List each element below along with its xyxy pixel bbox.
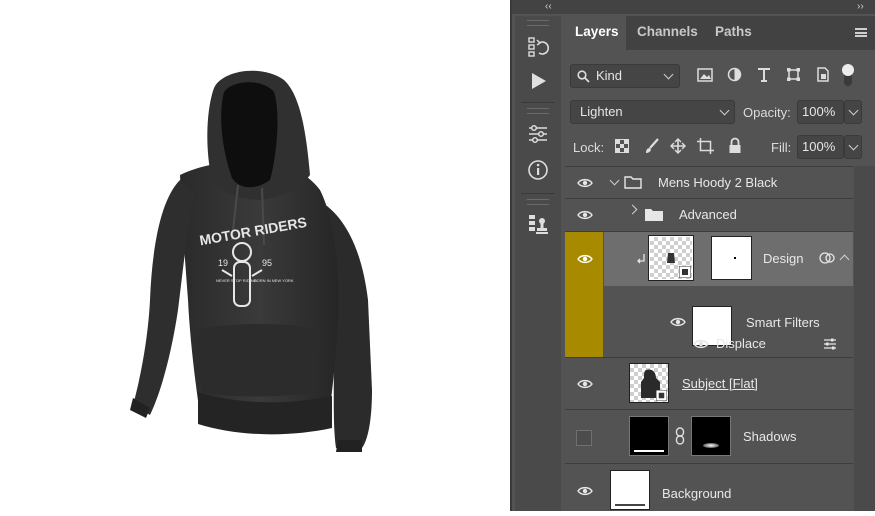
layers-scrollbar[interactable] [854,166,875,511]
filter-toggle[interactable] [842,64,854,86]
layer-row-subject[interactable]: Subject [Flat] [565,358,853,409]
lock-image-pixels-icon[interactable] [644,138,660,154]
eye-icon[interactable] [577,210,593,220]
smart-object-badge-icon [656,390,667,401]
layer-name: Shadows [743,429,797,444]
clone-source-icon[interactable] [523,209,553,239]
svg-text:19: 19 [218,258,228,268]
layer-name: Design [763,251,804,266]
link-icon[interactable] [675,427,685,445]
eye-icon[interactable] [693,339,709,349]
lock-transparent-pixels-icon[interactable] [615,139,629,153]
dock-top-strip: ‹‹ ›› [512,0,875,14]
chevron-down-icon[interactable] [609,175,620,186]
fill-label: Fill: [771,140,792,155]
search-icon [577,70,590,83]
chevron-right-icon[interactable] [627,204,638,215]
chevron-down-icon [848,140,859,151]
history-icon[interactable] [523,32,553,62]
eye-icon[interactable] [577,178,593,188]
svg-text:95: 95 [262,258,272,268]
opacity-value: 100% [802,104,836,119]
eye-icon[interactable] [670,317,686,327]
layers-panel: Layers Channels Paths Kind Lighten Opaci… [565,16,875,511]
grip-handle[interactable] [527,199,549,205]
layer-row-shadows[interactable]: Shadows [565,410,853,463]
panel-menu-icon[interactable] [855,28,867,37]
eye-icon[interactable] [577,486,593,496]
grip-handle[interactable] [527,20,549,26]
opacity-label: Opacity: [743,105,791,120]
document-canvas[interactable]: MOTOR RIDERS 19 95 NEVER STOP RIDING BOR… [0,0,510,511]
layer-row-background[interactable]: Background [565,464,853,511]
hoodie-mockup-image: MOTOR RIDERS 19 95 NEVER STOP RIDING BOR… [130,70,372,452]
panel-tabs: Layers Channels Paths [565,16,875,50]
background-thumbnail [610,470,650,510]
type-filter-icon[interactable] [757,67,771,82]
blend-mode-dropdown[interactable]: Lighten [570,100,735,124]
smart-object-badge-icon [679,266,691,278]
collapse-right-icon[interactable]: ›› [857,0,864,14]
fill-input[interactable]: 100% [797,135,844,159]
layer-name: Subject [Flat] [682,376,758,391]
lock-position-icon[interactable] [670,138,686,154]
layer-name: Advanced [679,207,737,222]
filter-kind-label: Kind [596,68,623,83]
info-icon[interactable] [523,155,553,185]
tab-channels[interactable]: Channels [627,16,705,50]
visibility-toggle-off[interactable] [576,430,592,446]
layer-name: Background [662,486,732,501]
folder-icon [624,176,642,189]
grip-handle[interactable] [527,108,549,114]
filter-name: Displace [716,336,766,351]
svg-text:BORN IN NEW YORK: BORN IN NEW YORK [254,278,294,283]
shape-filter-icon[interactable] [786,67,801,82]
lock-label: Lock: [573,140,605,155]
filter-row-displace[interactable]: Displace [565,332,853,356]
shadows-thumbnail [629,416,669,456]
svg-text:NEVER STOP RIDING: NEVER STOP RIDING [216,278,257,283]
lock-artboard-icon[interactable] [697,138,714,154]
design-thumbnail [648,235,694,281]
subject-thumbnail [629,363,669,403]
folder-icon [645,209,663,221]
fill-dropdown-button[interactable] [844,135,862,159]
smart-object-filter-icon[interactable] [816,67,830,82]
blend-mode-value: Lighten [580,104,623,119]
smart-filters-label: Smart Filters [746,315,820,330]
clipping-arrow-icon [637,254,645,264]
filter-options-icon[interactable] [823,338,837,350]
eye-icon[interactable] [577,379,593,389]
chevron-down-icon [848,105,859,116]
tab-layers[interactable]: Layers [565,16,626,50]
adjustments-icon[interactable] [523,119,553,149]
image-filter-icon[interactable] [697,68,713,82]
play-icon[interactable] [523,66,553,96]
design-mask-thumbnail [711,236,752,280]
layer-row-group[interactable]: Mens Hoody 2 Black [565,167,853,198]
shadows-mask-thumbnail [691,416,731,456]
panels-dock: ‹‹ ›› Layers Channels Paths Kind Lighten… [512,0,875,511]
tab-paths[interactable]: Paths [705,16,757,50]
eye-icon[interactable] [577,254,593,264]
smart-filter-icon[interactable] [819,251,835,265]
chevron-down-icon [719,105,730,116]
layer-row-advanced[interactable]: Advanced [565,199,853,231]
layer-name: Mens Hoody 2 Black [658,175,778,190]
opacity-dropdown-button[interactable] [844,100,862,124]
tool-separator [521,193,555,194]
chevron-down-icon [663,69,674,80]
lock-icon[interactable] [728,137,742,154]
collapse-left-icon[interactable]: ‹‹ [545,0,552,14]
fill-value: 100% [802,139,836,154]
adjustment-filter-icon[interactable] [727,67,742,82]
panel-icons-column [515,16,561,511]
filter-kind-dropdown[interactable]: Kind [570,64,680,88]
opacity-input[interactable]: 100% [797,100,844,124]
tool-separator [521,102,555,103]
